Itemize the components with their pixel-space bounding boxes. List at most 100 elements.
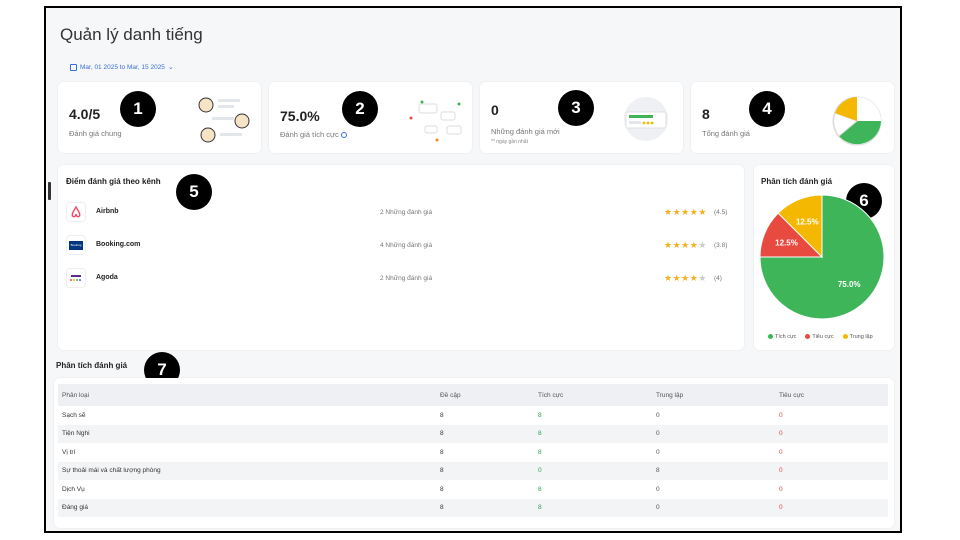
date-range-label: Mar, 01 2025 to Mar, 15 2025 <box>80 63 165 71</box>
table-row[interactable]: Dịch Vụ 8 8 0 0 <box>58 480 888 499</box>
column-header[interactable]: Đề cập <box>436 384 534 406</box>
star-filled-icon: ★ <box>672 273 682 283</box>
channel-ratings-card: Điểm đánh giá theo kênh 5 Airbnb 2 Những… <box>58 165 744 350</box>
channel-review-count: 4 Những đánh giá <box>380 242 433 249</box>
kpi-card-total-reviews: 8 Tổng đánh giá 4 <box>691 82 894 153</box>
legend-item-neutral[interactable]: Trung lập <box>842 334 873 340</box>
channel-star-rating: ★★★★★ <box>664 273 707 284</box>
new-reviews-period: ** ngày gần nhất <box>491 139 528 145</box>
cell-negative: 0 <box>779 485 783 493</box>
sidebar-toggle-handle[interactable] <box>48 182 51 200</box>
column-header[interactable]: Tiêu cực <box>775 384 888 406</box>
star-empty-icon: ★ <box>698 273 707 283</box>
sentiment-pie-chart: 75.0% 12.5% 12.5% <box>759 194 885 320</box>
new-reviews-label: Những đánh giá mới <box>491 127 560 136</box>
channel-review-count: 2 Những đánh giá <box>380 209 433 216</box>
cell-category: Tiện Nghi <box>58 424 436 443</box>
star-filled-icon: ★ <box>664 207 673 217</box>
sentiment-legend: Tích cực Tiêu cực Trung lập <box>768 334 873 340</box>
cell-neutral: 0 <box>652 424 775 443</box>
table-row[interactable]: Vị trí 8 8 0 0 <box>58 443 888 462</box>
legend-item-positive[interactable]: Tích cực <box>768 334 796 340</box>
table-row[interactable]: Sạch sẽ 8 8 0 0 <box>58 406 888 425</box>
cell-negative: 0 <box>775 461 888 480</box>
star-filled-icon: ★ <box>672 240 682 250</box>
airbnb-logo-icon <box>66 202 86 222</box>
channel-row[interactable]: Airbnb 2 Những đánh giá ★★★★★ (4.5) <box>66 202 730 224</box>
channel-name: Airbnb <box>96 208 119 215</box>
positive-rate-value: 75.0% <box>280 108 320 124</box>
cell-positive: 8 <box>534 498 652 517</box>
star-filled-icon: ★ <box>672 207 682 217</box>
legend-dot-icon <box>805 334 811 340</box>
channel-row[interactable]: Booking Booking.com 4 Những đánh giá ★★★… <box>66 235 730 257</box>
table-row[interactable]: Tiện Nghi 8 8 0 0 <box>58 424 888 443</box>
kpi-card-new-reviews: 0 Những đánh giá mới ** ngày gần nhất 3 <box>480 82 683 153</box>
column-header[interactable]: Phân loại <box>58 384 436 406</box>
annotation-badge-4: 4 <box>749 91 785 127</box>
channel-row[interactable]: Agoda 2 Những đánh giá ★★★★★ (4) <box>66 268 730 290</box>
new-reviews-value: 0 <box>491 102 499 118</box>
date-range-picker[interactable]: Mar, 01 2025 to Mar, 15 2025 ⌄ <box>70 63 174 71</box>
review-card-illustration <box>624 97 668 141</box>
sentiment-chart-title: Phân tích đánh giá <box>761 177 833 186</box>
channel-rating-value: (4.5) <box>714 209 728 216</box>
cell-mentions: 8 <box>440 485 444 493</box>
table-row[interactable]: Đáng giá 8 8 0 0 <box>58 498 888 517</box>
feedback-illustration <box>409 100 462 142</box>
column-header[interactable]: Tích cực <box>534 384 652 406</box>
star-filled-icon: ★ <box>681 240 690 250</box>
total-reviews-value: 8 <box>702 106 710 122</box>
column-header[interactable]: Trung lập <box>652 384 775 406</box>
cell-positive: 0 <box>534 461 652 480</box>
channel-rating-value: (4) <box>714 275 722 282</box>
cell-positive: 8 <box>538 411 542 419</box>
table-header-row: Phân loại Đề cập Tích cực Trung lập Tiêu… <box>58 384 888 406</box>
cell-mentions: 8 <box>440 411 444 419</box>
star-filled-icon: ★ <box>664 240 673 250</box>
cell-neutral: 0 <box>656 448 660 456</box>
cell-positive: 8 <box>534 424 652 443</box>
analysis-title: Phân tích đánh giá <box>56 361 128 370</box>
cell-neutral: 0 <box>656 485 660 493</box>
cell-positive: 8 <box>538 485 542 493</box>
channel-star-rating: ★★★★★ <box>664 240 707 251</box>
cell-category: Sạch sẽ <box>62 411 86 419</box>
app-frame: Quản lý danh tiếng Mar, 01 2025 to Mar, … <box>44 6 902 533</box>
cell-category: Đáng giá <box>58 498 436 517</box>
info-icon[interactable] <box>340 131 347 138</box>
cell-category: Sự thoải mái và chất lượng phòng <box>58 461 436 480</box>
cell-negative: 0 <box>775 498 888 517</box>
channel-ratings-title: Điểm đánh giá theo kênh <box>66 177 161 186</box>
cell-neutral: 0 <box>656 411 660 419</box>
annotation-badge-3: 3 <box>558 90 594 126</box>
pie-slice-label-0: 75.0% <box>838 280 861 289</box>
annotation-badge-2: 2 <box>342 91 378 127</box>
analysis-table: Phân loại Đề cập Tích cực Trung lập Tiêu… <box>58 384 888 517</box>
legend-item-negative[interactable]: Tiêu cực <box>805 334 834 340</box>
cell-neutral: 0 <box>652 498 775 517</box>
star-filled-icon: ★ <box>698 207 707 217</box>
channel-name: Agoda <box>96 274 118 281</box>
cell-mentions: 8 <box>436 461 534 480</box>
total-reviews-label: Tổng đánh giá <box>702 129 750 138</box>
calendar-icon <box>70 63 77 71</box>
cell-negative: 0 <box>779 411 783 419</box>
star-empty-icon: ★ <box>698 240 707 250</box>
reviewers-illustration <box>198 97 250 143</box>
cell-category: Dịch Vụ <box>62 485 85 493</box>
cell-neutral: 8 <box>652 461 775 480</box>
chevron-down-icon: ⌄ <box>167 64 174 71</box>
pie-slice-label-2: 12.5% <box>796 217 819 226</box>
agoda-logo-icon <box>66 268 86 288</box>
channel-rating-value: (3.8) <box>714 242 728 249</box>
legend-dot-icon <box>768 334 773 340</box>
annotation-badge-1: 1 <box>120 91 156 127</box>
table-row[interactable]: Sự thoải mái và chất lượng phòng 8 0 8 0 <box>58 461 888 480</box>
channel-star-rating: ★★★★★ <box>664 207 707 218</box>
overall-rating-value: 4.0/5 <box>69 106 101 122</box>
cell-negative: 0 <box>779 448 783 456</box>
kpi-card-positive-rate: 75.0% Đánh giá tích cực 2 <box>269 82 472 153</box>
sentiment-chart-card: Phân tích đánh giá 6 75.0% 12.5% 12.5% Tíc… <box>754 165 894 350</box>
page-title: Quản lý danh tiếng <box>60 25 203 44</box>
